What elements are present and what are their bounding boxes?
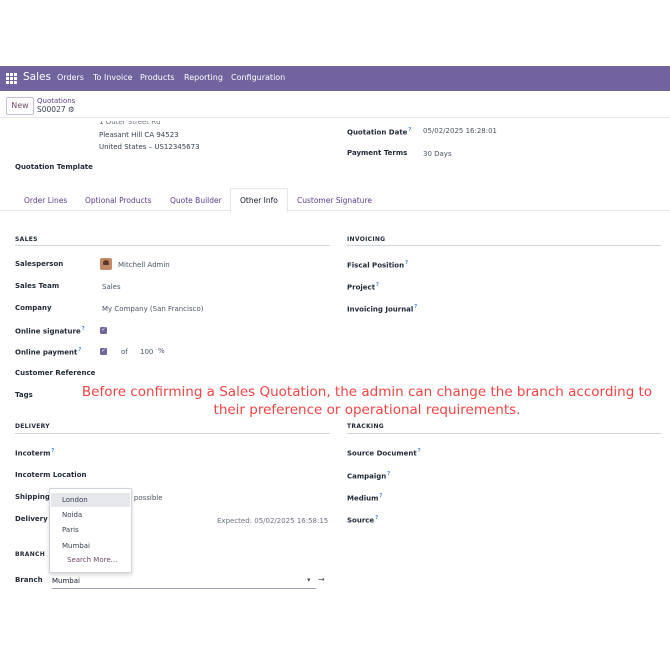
campaign-label: Campaign? bbox=[347, 471, 391, 481]
help-tooltip-icon[interactable]: ? bbox=[375, 515, 378, 521]
quotation-template-label: Quotation Template bbox=[15, 163, 93, 171]
top-navbar: Sales Orders To Invoice Products Reporti… bbox=[0, 66, 670, 91]
record-name: S00027 bbox=[37, 105, 66, 114]
breadcrumb-quotations[interactable]: Quotations bbox=[37, 97, 75, 105]
invoicing-journal-label: Invoicing Journal? bbox=[347, 304, 418, 314]
new-button[interactable]: New bbox=[6, 97, 34, 115]
address-line-cut: 1 Outer Street Rd bbox=[99, 118, 161, 126]
salesperson-label: Salesperson bbox=[15, 260, 64, 268]
help-tooltip-icon[interactable]: ? bbox=[418, 448, 421, 454]
dropdown-search-more[interactable]: Search More... bbox=[67, 556, 117, 564]
tab-order-lines[interactable]: Order Lines bbox=[24, 196, 67, 205]
help-tooltip-icon[interactable]: ? bbox=[376, 282, 379, 288]
menu-orders[interactable]: Orders bbox=[57, 73, 84, 82]
source-document-label: Source Document? bbox=[347, 448, 421, 458]
shipping-label: Shipping bbox=[15, 493, 50, 501]
company-value[interactable]: My Company (San Francisco) bbox=[102, 305, 203, 313]
help-tooltip-icon[interactable]: ? bbox=[408, 127, 411, 133]
tags-label: Tags bbox=[15, 391, 33, 399]
tab-other-info[interactable]: Other Info bbox=[240, 196, 278, 205]
expected-date: Expected: 05/02/2025 16:58:15 bbox=[217, 517, 329, 525]
tab-optional-products[interactable]: Optional Products bbox=[85, 196, 151, 205]
branch-input-underline bbox=[52, 588, 316, 589]
incoterm-location-label: Incoterm Location bbox=[15, 471, 87, 479]
address-line-1: Pleasant Hill CA 94523 bbox=[99, 131, 179, 139]
shipping-policy-value[interactable]: s possible bbox=[128, 494, 163, 502]
invoicing-section-title: INVOICING bbox=[347, 236, 386, 243]
help-tooltip-icon[interactable]: ? bbox=[78, 347, 81, 353]
menu-reporting[interactable]: Reporting bbox=[184, 73, 223, 82]
branch-dropdown: London Noida Paris Mumbai Search More... bbox=[49, 488, 132, 573]
tab-quote-builder[interactable]: Quote Builder bbox=[170, 196, 222, 205]
company-label: Company bbox=[15, 304, 52, 312]
menu-to-invoice[interactable]: To Invoice bbox=[93, 73, 133, 82]
chevron-down-icon[interactable]: ▾ bbox=[307, 576, 311, 584]
online-payment-percent: % bbox=[158, 347, 165, 355]
help-tooltip-icon[interactable]: ? bbox=[414, 304, 417, 310]
sales-team-label: Sales Team bbox=[15, 282, 60, 290]
dropdown-option-london[interactable]: London bbox=[62, 496, 88, 504]
delivery-section-title: DELIVERY bbox=[15, 423, 50, 430]
help-tooltip-icon[interactable]: ? bbox=[51, 448, 54, 454]
online-payment-label: Online payment? bbox=[15, 347, 82, 357]
divider bbox=[0, 117, 670, 118]
delivery-date-label: Delivery I bbox=[15, 515, 53, 523]
sales-divider bbox=[15, 245, 330, 246]
quotation-date-label: Quotation Date? bbox=[347, 127, 412, 137]
tracking-divider bbox=[347, 433, 661, 434]
help-tooltip-icon[interactable]: ? bbox=[379, 493, 382, 499]
sales-team-value[interactable]: Sales bbox=[102, 283, 121, 291]
online-payment-checkbox[interactable]: ✓ bbox=[100, 348, 107, 355]
project-label: Project? bbox=[347, 282, 379, 292]
apps-grid-icon[interactable] bbox=[6, 73, 17, 84]
address-line-2: United States – US12345673 bbox=[99, 143, 200, 151]
help-tooltip-icon[interactable]: ? bbox=[82, 326, 85, 332]
branch-label: Branch bbox=[15, 576, 43, 584]
internal-link-arrow-icon[interactable]: → bbox=[318, 575, 325, 584]
source-label: Source? bbox=[347, 515, 379, 525]
app-name[interactable]: Sales bbox=[23, 71, 51, 83]
dropdown-option-mumbai[interactable]: Mumbai bbox=[62, 542, 90, 550]
tracking-section-title: TRACKING bbox=[347, 423, 384, 430]
payment-terms-label: Payment Terms bbox=[347, 149, 408, 157]
online-payment-amount[interactable]: 100 bbox=[140, 348, 153, 356]
menu-products[interactable]: Products bbox=[140, 73, 175, 82]
invoicing-divider bbox=[347, 245, 661, 246]
quotation-date-value[interactable]: 05/02/2025 16:28:01 bbox=[423, 127, 497, 135]
online-signature-checkbox[interactable]: ✓ bbox=[100, 327, 107, 334]
payment-terms-value[interactable]: 30 Days bbox=[423, 150, 452, 158]
branch-input[interactable]: Mumbai bbox=[52, 577, 80, 585]
dropdown-option-paris[interactable]: Paris bbox=[62, 526, 79, 534]
delivery-divider bbox=[15, 433, 330, 434]
incoterm-label: Incoterm? bbox=[15, 448, 55, 458]
tab-customer-signature[interactable]: Customer Signature bbox=[297, 196, 372, 205]
fiscal-position-label: Fiscal Position? bbox=[347, 260, 409, 270]
annotation-caption: Before confirming a Sales Quotation, the… bbox=[81, 384, 653, 418]
dropdown-option-noida[interactable]: Noida bbox=[62, 511, 82, 519]
tabs-baseline bbox=[0, 210, 670, 211]
customer-reference-label: Customer Reference bbox=[15, 369, 96, 377]
gear-icon[interactable]: ⚙ bbox=[68, 105, 75, 114]
online-payment-of: of bbox=[121, 348, 128, 356]
salesperson-value[interactable]: Mitchell Admin bbox=[118, 261, 170, 269]
branch-section-title: BRANCH bbox=[15, 551, 46, 558]
menu-configuration[interactable]: Configuration bbox=[231, 73, 285, 82]
avatar bbox=[100, 258, 112, 270]
sales-section-title: SALES bbox=[15, 236, 38, 243]
medium-label: Medium? bbox=[347, 493, 383, 503]
online-signature-label: Online signature? bbox=[15, 326, 85, 336]
help-tooltip-icon[interactable]: ? bbox=[405, 260, 408, 266]
help-tooltip-icon[interactable]: ? bbox=[387, 471, 390, 477]
